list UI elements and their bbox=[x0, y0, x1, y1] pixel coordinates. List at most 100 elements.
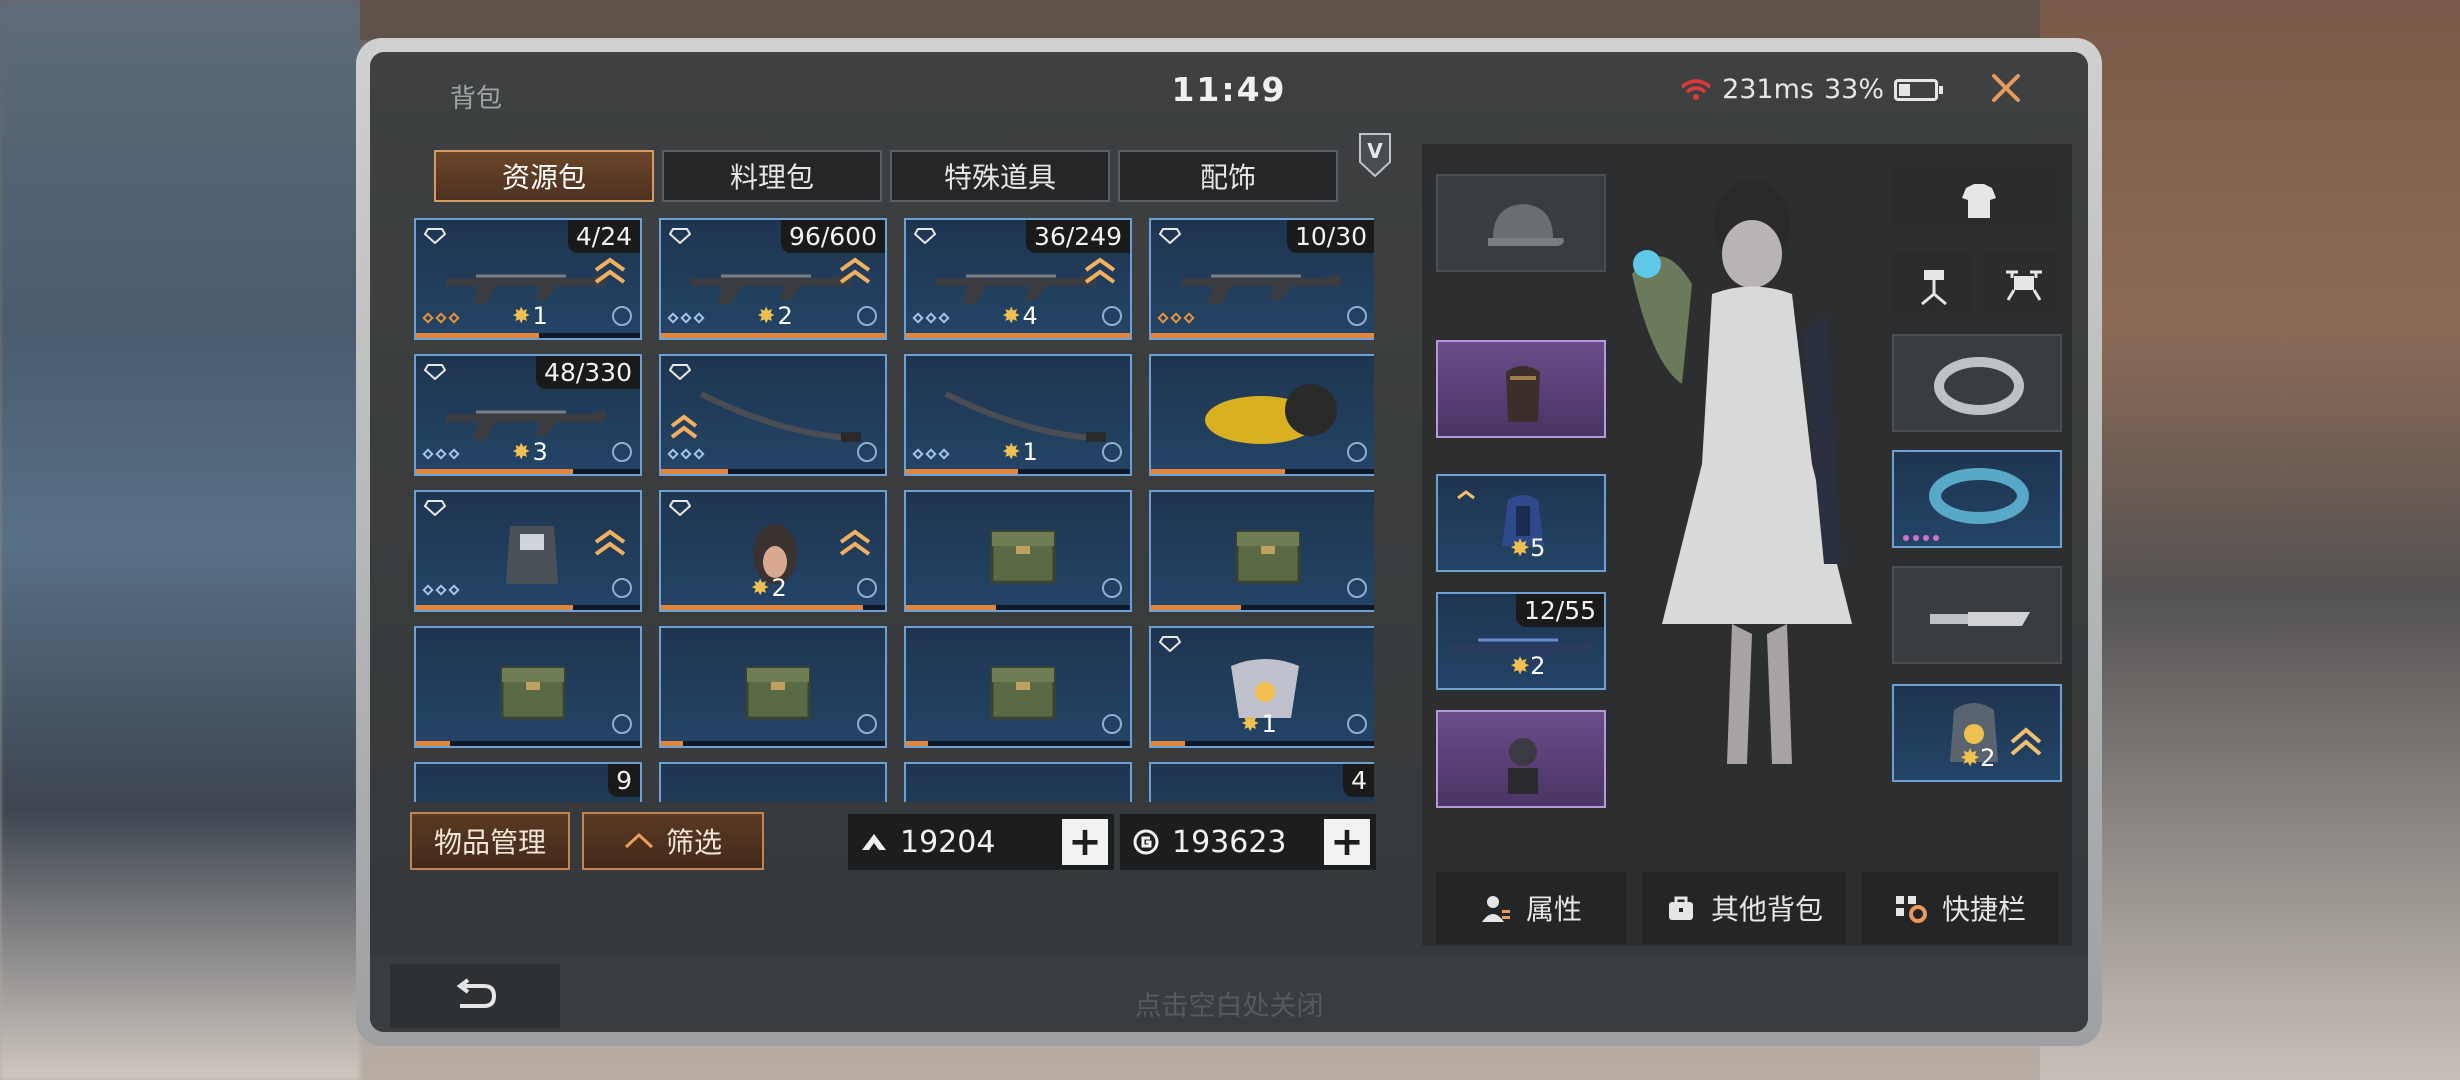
backpack-icon bbox=[1506, 366, 1540, 422]
inventory-slot-supply-crate-2[interactable] bbox=[1149, 490, 1374, 612]
bag-icon bbox=[1668, 896, 1693, 920]
manage-items-button[interactable]: 物品管理 bbox=[410, 812, 570, 870]
gold-currency: 193623 + bbox=[1120, 814, 1376, 870]
dismantle-icon bbox=[857, 442, 877, 462]
dismantle-icon bbox=[857, 578, 877, 598]
plant-icon bbox=[681, 782, 869, 802]
battery-text: 33% bbox=[1823, 74, 1884, 105]
weapon-slot[interactable]: 12/55 ✸2 bbox=[1436, 592, 1606, 690]
inventory-slot-red-rifle[interactable]: 48/330 ✸ 3 bbox=[414, 354, 642, 476]
gadget-slot[interactable] bbox=[1436, 710, 1606, 808]
item-quantity: 4 bbox=[1343, 764, 1374, 797]
vest-level: ✸5 bbox=[1510, 534, 1546, 562]
durability-bar bbox=[416, 333, 640, 338]
shortcut-gear-icon bbox=[1895, 896, 1927, 923]
inventory-slot-supply-crate-4[interactable] bbox=[659, 626, 887, 748]
other-bags-label: 其他背包 bbox=[1710, 893, 1823, 926]
inventory-slot-sniper-rifle[interactable]: 10/30 bbox=[1149, 218, 1374, 340]
tactical-backpack-slot[interactable]: ✸2 bbox=[1892, 684, 2062, 782]
vip-badge-icon[interactable]: V bbox=[1358, 132, 1392, 178]
dismantle-icon bbox=[857, 306, 877, 326]
diamond-icon bbox=[669, 228, 691, 244]
close-icon[interactable] bbox=[1984, 66, 2028, 110]
item-quantity: 4/24 bbox=[567, 220, 640, 253]
item-level-value: 1 bbox=[1261, 710, 1277, 738]
diamond-icon bbox=[914, 228, 936, 244]
filter-chevron-icon bbox=[624, 832, 654, 849]
upgrade-chevron-icon bbox=[594, 529, 626, 556]
drone-slot[interactable] bbox=[1982, 252, 2062, 314]
dismantle-icon bbox=[1102, 442, 1122, 462]
durability-bar bbox=[661, 333, 885, 338]
category-tabs: 资源包 料理包 特殊道具 配饰 bbox=[434, 150, 1338, 202]
ring-slot[interactable] bbox=[1892, 334, 2062, 432]
add-crowns-button[interactable]: + bbox=[1062, 819, 1108, 865]
inventory-slot-medkit[interactable]: 9 bbox=[414, 762, 642, 802]
inventory-slot-supply-crate[interactable] bbox=[904, 490, 1132, 612]
attributes-button[interactable]: 属性 bbox=[1436, 872, 1626, 944]
yellow-device-icon bbox=[1205, 384, 1337, 444]
durability-bar bbox=[906, 741, 1130, 746]
background-left bbox=[0, 0, 360, 1080]
item-quantity: 10/30 bbox=[1286, 220, 1374, 253]
upgrade-chevron-icon bbox=[1084, 257, 1116, 284]
shortcut-bar-button[interactable]: 快捷栏 bbox=[1862, 872, 2058, 944]
vest-slot[interactable]: ✸5 bbox=[1436, 474, 1606, 572]
tablet-frame: 背包 11:49 231ms 33% V 资源包 料理包 特殊道具 配饰 4/2… bbox=[356, 38, 2102, 1046]
upgrade-chevron-icon bbox=[839, 529, 871, 556]
item-level: ✸ 4 bbox=[1002, 302, 1038, 330]
attributes-label: 属性 bbox=[1525, 893, 1582, 926]
inventory-slot-card[interactable]: 4 bbox=[1149, 762, 1374, 802]
bracelet-slot[interactable] bbox=[1892, 450, 2062, 548]
inventory-slot-gear[interactable] bbox=[904, 762, 1132, 802]
inventory-slot-yellow-device[interactable] bbox=[1149, 354, 1374, 476]
inventory-slot-drum-rifle[interactable]: 96/600 ✸ 2 bbox=[659, 218, 887, 340]
rarity-dots bbox=[912, 448, 950, 460]
ring-icon bbox=[1934, 357, 2024, 415]
knife-slot[interactable] bbox=[1892, 566, 2062, 664]
background-right bbox=[2040, 0, 2460, 1080]
inventory-slot-grenade-launcher[interactable]: 4/24 ✸ 1 bbox=[414, 218, 642, 340]
weapon-level: ✸2 bbox=[1510, 652, 1546, 680]
inventory-slot-katana[interactable] bbox=[659, 354, 887, 476]
outfit-slot[interactable] bbox=[1892, 168, 2062, 230]
item-level: ✸ 2 bbox=[757, 302, 793, 330]
inventory-slot-plant[interactable] bbox=[659, 762, 887, 802]
bracelet-icon bbox=[1903, 468, 2029, 541]
background-top bbox=[360, 0, 2040, 40]
footer-bar[interactable]: 点击空白处关闭 bbox=[370, 956, 2088, 1032]
dismantle-icon bbox=[1347, 442, 1367, 462]
diamond-icon bbox=[1159, 228, 1181, 244]
tab-accessories[interactable]: 配饰 bbox=[1118, 150, 1338, 202]
inventory-grid-viewport[interactable]: 4/24 ✸ 1 96/600 ✸ 2 36/249 ✸ 4 10/30 48/330 ✸ 3 ✸ 1 ✸ 2 ✸… bbox=[414, 218, 1374, 802]
durability-bar bbox=[906, 333, 1130, 338]
item-quantity: 9 bbox=[608, 764, 640, 797]
gold-coin-icon bbox=[1120, 829, 1172, 855]
inventory-slot-silver-backpack[interactable]: ✸ 1 bbox=[1149, 626, 1374, 748]
drone-icon bbox=[2006, 270, 2042, 301]
durability-bar bbox=[416, 469, 640, 474]
inventory-slot-helmet[interactable]: ✸ 2 bbox=[659, 490, 887, 612]
dismantle-icon bbox=[1347, 714, 1367, 734]
turret-slot[interactable] bbox=[1892, 252, 1972, 314]
add-gold-button[interactable]: + bbox=[1324, 819, 1370, 865]
diamond-icon bbox=[669, 364, 691, 380]
tab-cooking-pack[interactable]: 料理包 bbox=[662, 150, 882, 202]
backpack-slot[interactable] bbox=[1436, 340, 1606, 438]
durability-bar bbox=[1151, 469, 1374, 474]
filter-button[interactable]: 筛选 bbox=[582, 812, 764, 870]
tab-resource-pack[interactable]: 资源包 bbox=[434, 150, 654, 202]
item-actions: 物品管理 筛选 bbox=[410, 812, 764, 870]
inventory-slot-supply-crate-5[interactable] bbox=[904, 626, 1132, 748]
weapon-ammo: 12/55 bbox=[1515, 594, 1604, 627]
gear-icon bbox=[926, 782, 1114, 802]
helmet-slot[interactable] bbox=[1436, 174, 1606, 272]
inventory-screen: 背包 11:49 231ms 33% V 资源包 料理包 特殊道具 配饰 4/2… bbox=[370, 52, 2088, 1032]
inventory-slot-camo-rifle[interactable]: 36/249 ✸ 4 bbox=[904, 218, 1132, 340]
inventory-slot-katana-2[interactable]: ✸ 1 bbox=[904, 354, 1132, 476]
inventory-slot-armor-vest[interactable] bbox=[414, 490, 642, 612]
inventory-slot-supply-crate-3[interactable] bbox=[414, 626, 642, 748]
tab-special-items[interactable]: 特殊道具 bbox=[890, 150, 1110, 202]
dismantle-icon bbox=[857, 714, 877, 734]
other-bags-button[interactable]: 其他背包 bbox=[1642, 872, 1846, 944]
